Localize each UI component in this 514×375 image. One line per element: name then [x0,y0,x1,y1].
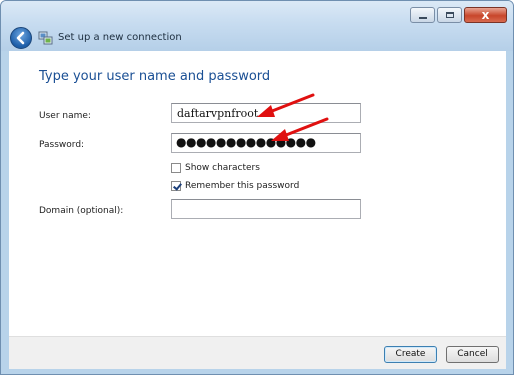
annotation-arrows [257,93,329,141]
maximize-icon [446,12,454,18]
show-characters-label: Show characters [185,163,260,173]
back-arrow-icon [16,31,25,45]
title-bar: x Set up a new connection [1,1,513,51]
minimize-button[interactable] [410,7,435,23]
page-heading: Type your user name and password [39,69,271,84]
domain-field[interactable] [171,199,361,219]
remember-password-box[interactable] [171,181,181,191]
create-button[interactable]: Create [384,346,437,363]
caption-buttons: x [410,7,507,23]
password-label: Password: [39,140,85,150]
dialog-footer: Create Cancel [9,336,506,369]
close-button[interactable]: x [464,7,507,23]
window-title: Set up a new connection [58,32,182,43]
remember-password-label: Remember this password [185,181,300,191]
cancel-button[interactable]: Cancel [446,346,499,363]
network-connection-icon [38,31,53,45]
password-mask: ●●●●●●●●●●●●●● [176,135,316,149]
password-field[interactable]: ●●●●●●●●●●●●●● [171,133,361,153]
minimize-icon [419,17,427,19]
username-value: daftarvpnfroot [177,107,259,120]
remember-password-checkbox[interactable]: Remember this password [171,181,299,191]
dialog-window: x Set up a new connection Type your user… [0,0,514,375]
domain-label: Domain (optional): [39,206,124,216]
username-field[interactable]: daftarvpnfroot [171,103,361,123]
show-characters-checkbox[interactable]: Show characters [171,163,260,173]
back-button[interactable] [10,27,32,49]
show-characters-box[interactable] [171,163,181,173]
maximize-button[interactable] [437,7,462,23]
main-content: Type your user name and password User na… [9,51,506,336]
username-label: User name: [39,111,91,121]
close-icon: x [481,8,490,22]
